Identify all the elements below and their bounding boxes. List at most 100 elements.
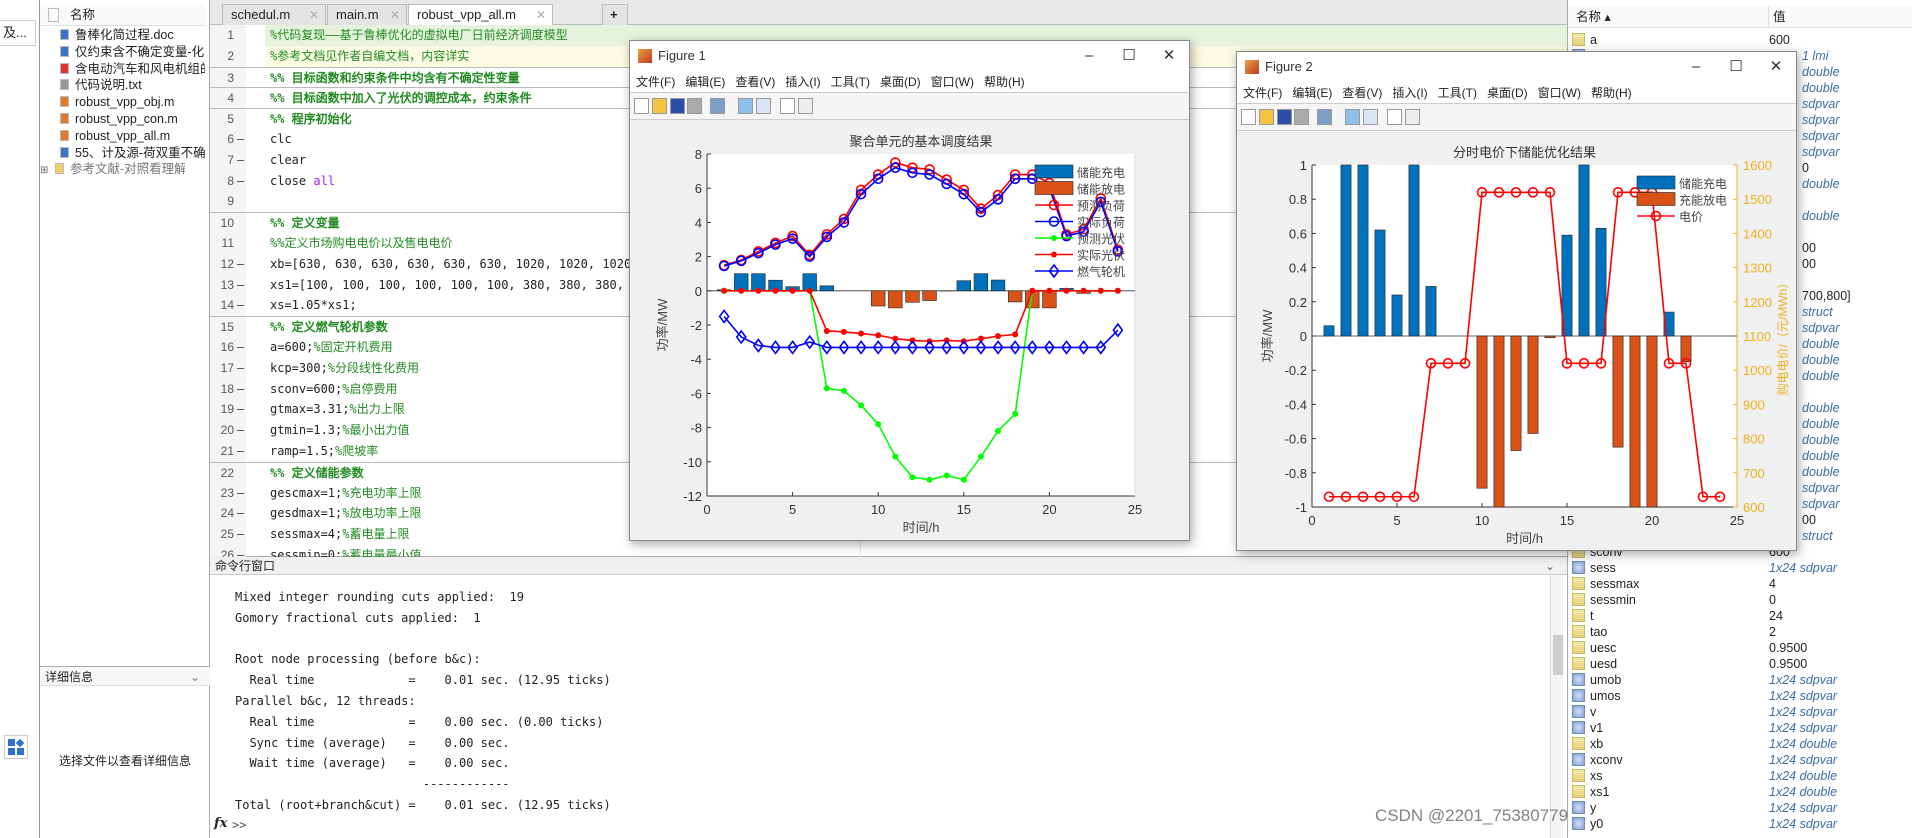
new-figure-icon[interactable] xyxy=(634,98,649,114)
link-plot-icon[interactable] xyxy=(710,98,725,114)
open-file-icon[interactable] xyxy=(1259,109,1274,125)
file-item[interactable]: 代码说明.txt xyxy=(60,77,205,94)
scrollbar-thumb[interactable] xyxy=(1553,635,1563,675)
breakpoint-marker[interactable]: — xyxy=(237,399,244,420)
colorbar-icon[interactable] xyxy=(738,98,753,114)
fx-icon[interactable]: fx xyxy=(214,816,227,831)
property-inspector-icon[interactable] xyxy=(798,98,813,114)
breakpoint-marker[interactable]: — xyxy=(237,150,244,171)
breakpoint-marker[interactable]: — xyxy=(237,337,244,358)
close-button[interactable]: ✕ xyxy=(1756,52,1796,82)
property-inspector-icon[interactable] xyxy=(1405,109,1420,125)
legend-icon[interactable] xyxy=(756,98,771,114)
menu-item[interactable]: 工具(T) xyxy=(831,75,870,89)
left-strip-label[interactable]: 及... xyxy=(0,20,36,46)
save-icon[interactable] xyxy=(670,98,685,114)
breakpoint-marker[interactable]: — xyxy=(237,254,244,275)
workspace-row[interactable]: uesc 0.9500 xyxy=(1572,640,1912,656)
workspace-row[interactable]: xconv 1x24 sdpvar xyxy=(1572,752,1912,768)
chevron-down-icon[interactable]: ⌄ xyxy=(190,667,200,687)
menu-item[interactable]: 文件(F) xyxy=(1243,86,1282,100)
file-list-header[interactable]: 名称 xyxy=(40,4,205,26)
workspace-row[interactable]: sessmin 0 xyxy=(1572,592,1912,608)
workspace-row[interactable]: uesd 0.9500 xyxy=(1572,656,1912,672)
breakpoint-marker[interactable]: — xyxy=(237,358,244,379)
breakpoint-marker[interactable]: — xyxy=(237,171,244,192)
file-item[interactable]: robust_vpp_all.m xyxy=(60,128,205,145)
menu-item[interactable]: 窗口(W) xyxy=(1538,86,1581,100)
workspace-row[interactable]: xb 1x24 double xyxy=(1572,736,1912,752)
file-item[interactable]: 含电动汽车和风电机组的虚拟... xyxy=(60,61,205,78)
menu-item[interactable]: 桌面(D) xyxy=(1487,86,1528,100)
pointer-icon[interactable] xyxy=(780,98,795,114)
maximize-button[interactable]: ☐ xyxy=(1716,52,1756,82)
file-item[interactable]: 鲁棒化简过程.doc xyxy=(60,27,205,44)
workspace-row[interactable]: umos 1x24 sdpvar xyxy=(1572,688,1912,704)
file-item[interactable]: robust_vpp_obj.m xyxy=(60,94,205,111)
file-item[interactable]: ⊞ 参考文献-对照看理解更佳 xyxy=(40,161,185,178)
close-tab-icon[interactable]: ✕ xyxy=(390,5,400,25)
workspace-row[interactable]: umob 1x24 sdpvar xyxy=(1572,672,1912,688)
menu-item[interactable]: 查看(V) xyxy=(735,75,775,89)
workspace-row[interactable]: t 24 xyxy=(1572,608,1912,624)
editor-tab[interactable]: robust_vpp_all.m ✕ xyxy=(408,4,553,25)
breakpoint-marker[interactable]: — xyxy=(237,420,244,441)
menu-item[interactable]: 文件(F) xyxy=(636,75,675,89)
print-icon[interactable] xyxy=(1294,109,1309,125)
workspace-row[interactable]: sess 1x24 sdpvar xyxy=(1572,560,1912,576)
close-tab-icon[interactable]: ✕ xyxy=(309,5,319,25)
file-item[interactable]: 55、计及源-荷双重不确定性... xyxy=(60,145,205,162)
panel-menu-icon[interactable]: ⌄ xyxy=(1545,557,1555,575)
expand-icon[interactable]: ⊞ xyxy=(40,162,49,178)
minimize-button[interactable]: – xyxy=(1069,41,1109,71)
breakpoint-marker[interactable]: — xyxy=(237,503,244,524)
breakpoint-marker[interactable]: — xyxy=(237,483,244,504)
add-tab-button[interactable]: + xyxy=(602,4,628,25)
breakpoint-marker[interactable]: — xyxy=(237,295,244,316)
new-figure-icon[interactable] xyxy=(1241,109,1256,125)
workspace-row[interactable]: xs1 1x24 double xyxy=(1572,784,1912,800)
workspace-row[interactable]: xs 1x24 double xyxy=(1572,768,1912,784)
workspace-row[interactable]: tao 2 xyxy=(1572,624,1912,640)
breakpoint-marker[interactable]: — xyxy=(237,129,244,150)
apps-icon[interactable] xyxy=(4,735,28,759)
print-icon[interactable] xyxy=(687,98,702,114)
menu-item[interactable]: 查看(V) xyxy=(1342,86,1382,100)
editor-tab[interactable]: schedul.m ✕ xyxy=(222,4,326,25)
name-column-header[interactable]: 名称 ▴ xyxy=(1576,6,1611,28)
workspace-row[interactable]: sessmax 4 xyxy=(1572,576,1912,592)
close-button[interactable]: ✕ xyxy=(1149,41,1189,71)
menu-item[interactable]: 插入(I) xyxy=(1392,86,1427,100)
breakpoint-marker[interactable]: — xyxy=(237,441,244,462)
open-file-icon[interactable] xyxy=(652,98,667,114)
legend-icon[interactable] xyxy=(1363,109,1378,125)
colorbar-icon[interactable] xyxy=(1345,109,1360,125)
file-item[interactable]: robust_vpp_con.m xyxy=(60,111,205,128)
menu-item[interactable]: 桌面(D) xyxy=(880,75,921,89)
breakpoint-marker[interactable]: — xyxy=(237,379,244,400)
save-icon[interactable] xyxy=(1277,109,1292,125)
menu-item[interactable]: 编辑(E) xyxy=(1292,86,1332,100)
workspace-row[interactable]: y0 1x24 sdpvar xyxy=(1572,816,1912,832)
workspace-row[interactable]: v1 1x24 sdpvar xyxy=(1572,720,1912,736)
workspace-row[interactable]: v 1x24 sdpvar xyxy=(1572,704,1912,720)
editor-tab[interactable]: main.m ✕ xyxy=(327,4,407,25)
value-column-header[interactable]: 值 xyxy=(1768,6,1786,28)
menu-item[interactable]: 帮助(H) xyxy=(1591,86,1632,100)
command-scrollbar[interactable] xyxy=(1550,575,1564,838)
maximize-button[interactable]: ☐ xyxy=(1109,41,1149,71)
menu-item[interactable]: 工具(T) xyxy=(1438,86,1477,100)
name-column-header[interactable]: 名称 xyxy=(70,4,95,26)
breakpoint-marker[interactable]: — xyxy=(237,524,244,545)
details-panel-header[interactable]: 详细信息 ⌄ xyxy=(40,666,210,686)
workspace-row[interactable]: y 1x24 sdpvar xyxy=(1572,800,1912,816)
minimize-button[interactable]: – xyxy=(1676,52,1716,82)
menu-item[interactable]: 编辑(E) xyxy=(685,75,725,89)
menu-item[interactable]: 帮助(H) xyxy=(984,75,1025,89)
pointer-icon[interactable] xyxy=(1387,109,1402,125)
command-prompt[interactable]: >> xyxy=(232,815,246,835)
menu-item[interactable]: 插入(I) xyxy=(785,75,820,89)
menu-item[interactable]: 窗口(W) xyxy=(931,75,974,89)
file-item[interactable]: 仅约束含不确定变量-化简过... xyxy=(60,44,205,61)
workspace-row[interactable]: a 600 xyxy=(1572,32,1912,48)
